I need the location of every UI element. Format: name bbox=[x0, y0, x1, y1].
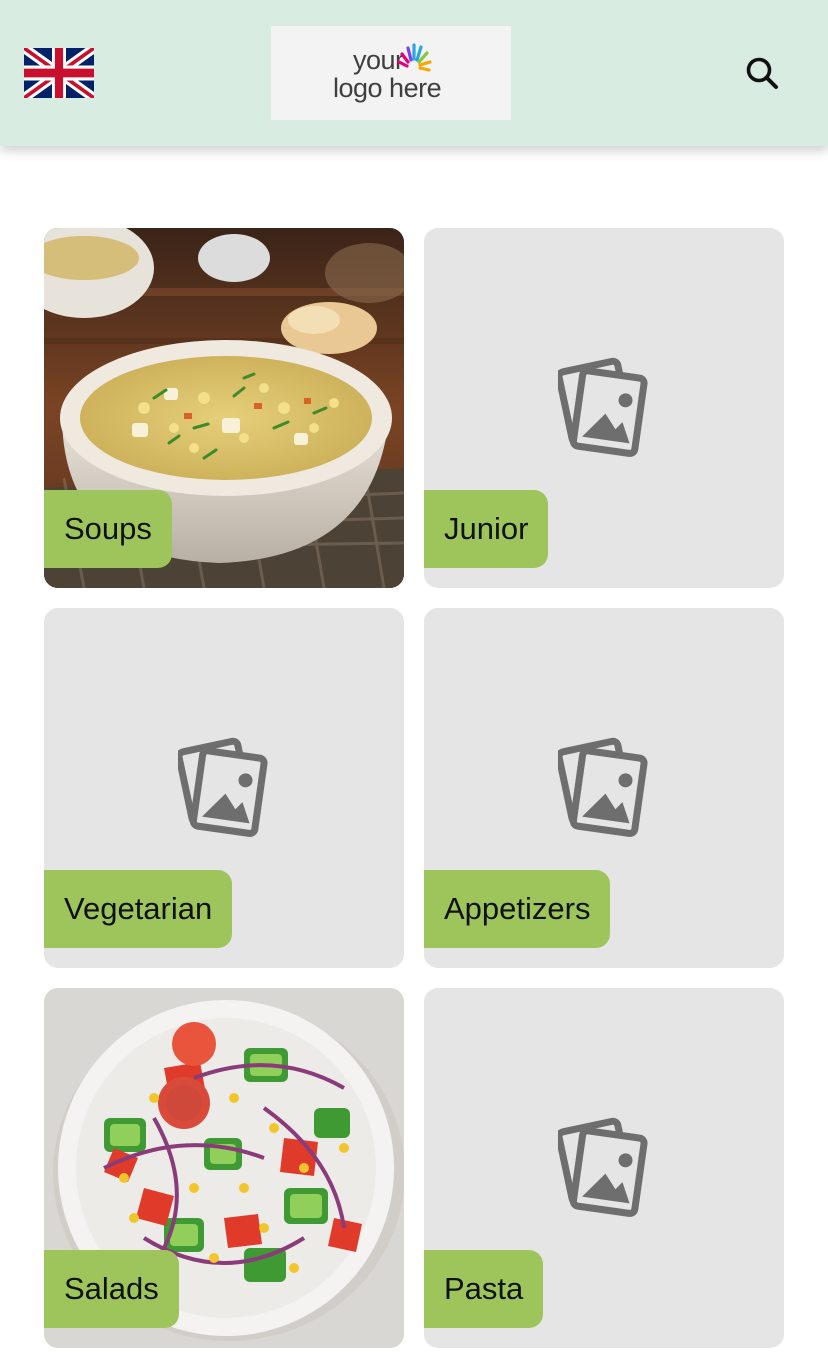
image-placeholder-icon bbox=[178, 737, 268, 837]
category-tile-soups[interactable]: Soups bbox=[44, 228, 404, 588]
app-header: your logo here bbox=[0, 0, 828, 146]
category-label[interactable]: Vegetarian bbox=[44, 870, 233, 948]
image-placeholder-icon bbox=[558, 357, 648, 457]
uk-flag-icon[interactable] bbox=[24, 48, 94, 98]
search-icon[interactable] bbox=[744, 55, 780, 91]
category-tile-vegetarian[interactable]: Vegetarian bbox=[44, 608, 404, 968]
image-placeholder-icon bbox=[558, 1117, 648, 1217]
category-label[interactable]: Soups bbox=[44, 490, 172, 568]
category-tile-pasta[interactable]: Pasta bbox=[424, 988, 784, 1348]
category-label[interactable]: Salads bbox=[44, 1250, 179, 1328]
category-label[interactable]: Junior bbox=[424, 490, 549, 568]
brand-logo[interactable]: your logo here bbox=[271, 26, 511, 120]
logo-burst-icon bbox=[397, 43, 432, 72]
category-tile-junior[interactable]: Junior bbox=[424, 228, 784, 588]
category-label[interactable]: Pasta bbox=[424, 1250, 544, 1328]
category-label[interactable]: Appetizers bbox=[424, 870, 611, 948]
logo-line2: logo here bbox=[333, 73, 442, 103]
category-tile-appetizers[interactable]: Appetizers bbox=[424, 608, 784, 968]
image-placeholder-icon bbox=[558, 737, 648, 837]
category-tile-salads[interactable]: Salads bbox=[44, 988, 404, 1348]
